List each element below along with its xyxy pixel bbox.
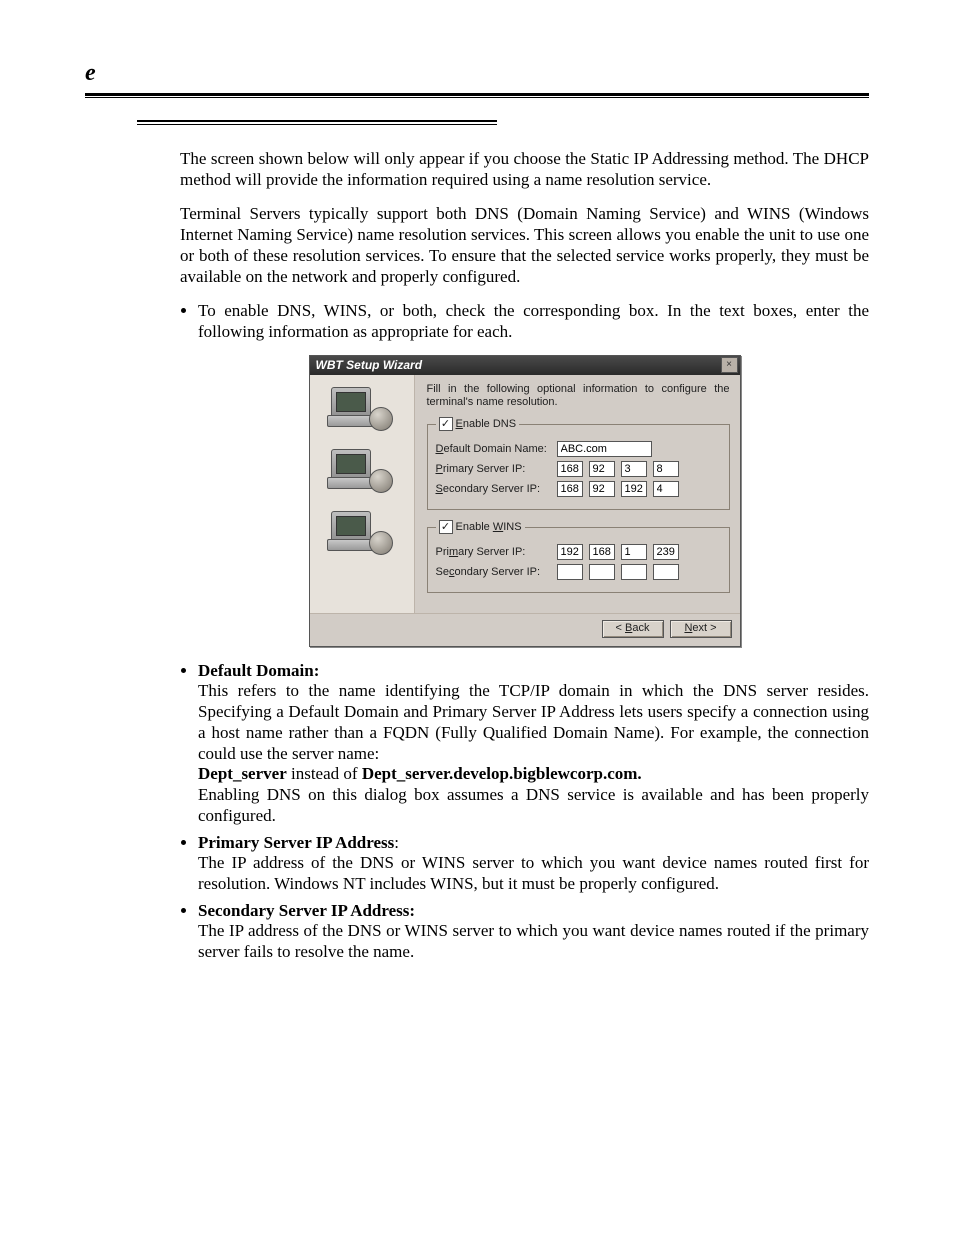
wins-secondary-octet[interactable] [589, 564, 615, 580]
intro-paragraph: The screen shown below will only appear … [180, 149, 869, 190]
wizard-side-graphic [310, 375, 415, 613]
close-icon[interactable]: × [721, 357, 738, 373]
rule [85, 93, 869, 96]
checkbox-icon: ✓ [439, 417, 453, 431]
enable-dns-checkbox[interactable]: ✓ Enable DNS [436, 417, 520, 431]
definition-item: Secondary Server IP Address: The IP addr… [198, 901, 869, 963]
rule [137, 124, 497, 125]
enable-wins-checkbox[interactable]: ✓ Enable WINS [436, 520, 525, 534]
computer-icon [327, 447, 397, 497]
wbt-setup-wizard-dialog: WBT Setup Wizard × Fill in the follo [309, 355, 741, 647]
dns-primary-octet[interactable] [621, 461, 647, 477]
default-domain-label: Default Domain Name: [436, 443, 551, 456]
definition-item: Default Domain: This refers to the name … [198, 661, 869, 827]
dns-secondary-octet[interactable] [589, 481, 615, 497]
wins-primary-octet[interactable] [557, 544, 583, 560]
default-domain-input[interactable] [557, 441, 652, 457]
dns-primary-octet[interactable] [589, 461, 615, 477]
dns-secondary-octet[interactable] [557, 481, 583, 497]
next-button[interactable]: Next > [670, 620, 732, 637]
wins-primary-label: Primary Server IP: [436, 546, 551, 559]
checkbox-icon: ✓ [439, 520, 453, 534]
dns-primary-octet[interactable] [557, 461, 583, 477]
wins-primary-octet[interactable] [653, 544, 679, 560]
page-header-letter: e [85, 60, 869, 87]
dialog-title: WBT Setup Wizard [316, 358, 423, 373]
rule [137, 120, 497, 122]
dns-primary-octet[interactable] [653, 461, 679, 477]
wins-primary-octet[interactable] [621, 544, 647, 560]
dns-secondary-label: Secondary Server IP: [436, 483, 551, 496]
dns-secondary-octet[interactable] [653, 481, 679, 497]
dns-secondary-octet[interactable] [621, 481, 647, 497]
computer-icon [327, 509, 397, 559]
rule [85, 97, 869, 98]
definition-item: Primary Server IP Address: The IP addres… [198, 833, 869, 895]
wizard-instruction: Fill in the following optional informati… [427, 383, 730, 409]
enable-dns-group: ✓ Enable DNS Default Domain Name: Primar… [427, 417, 730, 510]
wins-secondary-label: Secondary Server IP: [436, 566, 551, 579]
dns-primary-label: Primary Server IP: [436, 463, 551, 476]
computer-icon [327, 385, 397, 435]
back-button[interactable]: < Back [602, 620, 664, 637]
wins-secondary-octet[interactable] [621, 564, 647, 580]
intro-paragraph: Terminal Servers typically support both … [180, 204, 869, 287]
wins-secondary-octet[interactable] [653, 564, 679, 580]
enable-wins-group: ✓ Enable WINS Primary Server IP: Seconda… [427, 520, 730, 593]
wins-secondary-octet[interactable] [557, 564, 583, 580]
instruction-bullet: To enable DNS, WINS, or both, check the … [198, 301, 869, 342]
wins-primary-octet[interactable] [589, 544, 615, 560]
dialog-titlebar[interactable]: WBT Setup Wizard × [310, 356, 740, 375]
